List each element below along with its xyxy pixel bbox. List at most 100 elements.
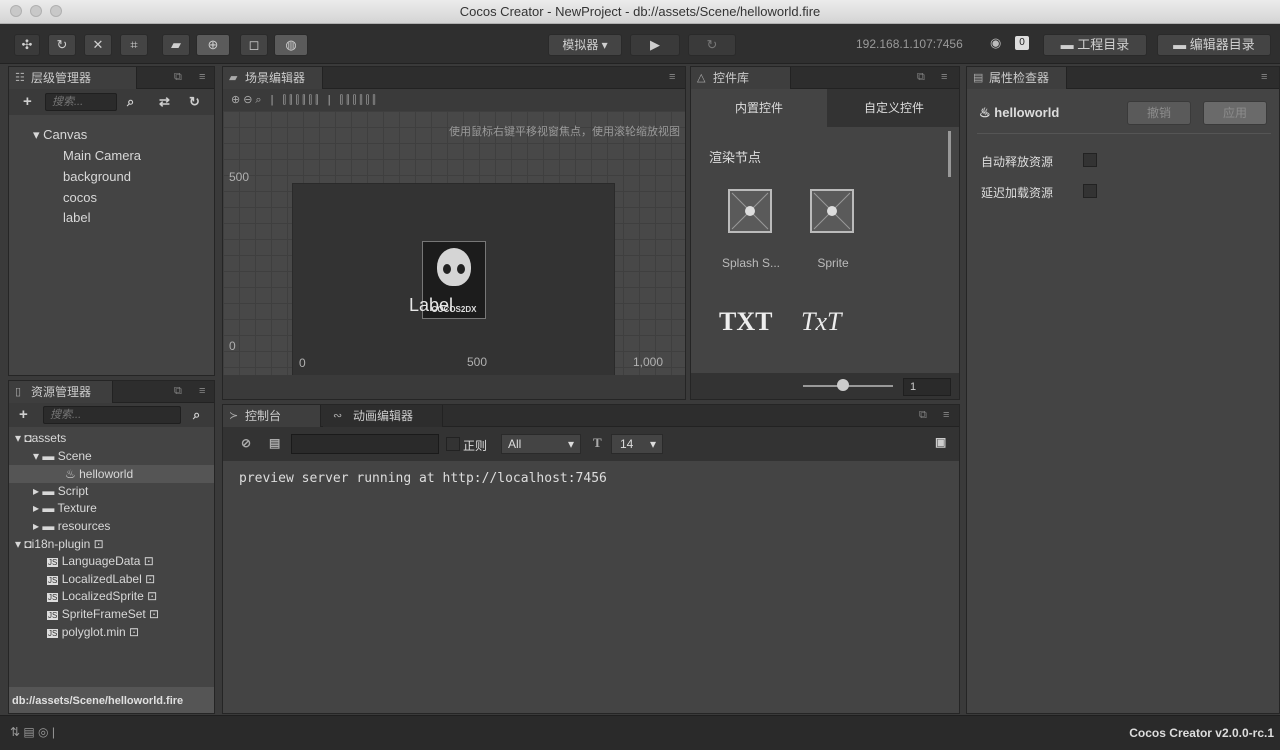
- menu-icon[interactable]: ≡: [669, 71, 675, 83]
- add-asset-button[interactable]: +: [19, 406, 28, 423]
- tab-assets[interactable]: ▯ 资源管理器: [9, 381, 113, 403]
- refresh-icon[interactable]: ↻: [189, 94, 200, 110]
- menu-icon[interactable]: ≡: [199, 71, 205, 83]
- library-item-label: Splash S...: [721, 256, 781, 270]
- menu-icon[interactable]: ≡: [943, 409, 949, 421]
- hierarchy-item-label[interactable]: label: [63, 210, 90, 225]
- splash-sprite-icon[interactable]: [728, 189, 772, 233]
- status-icons[interactable]: ⇅ ▤ ◎ |: [10, 725, 55, 739]
- console-filter-input[interactable]: [291, 434, 439, 454]
- tab-console[interactable]: ≻ 控制台: [223, 405, 321, 427]
- asset-item-languagedata[interactable]: JS LanguageData ⊡: [47, 554, 154, 568]
- popout-icon[interactable]: ⧉: [174, 71, 182, 84]
- lock-icon: ⊡: [143, 589, 158, 603]
- inspector-panel: ▤ 属性检查器 ≡ ♨ helloworld 撤销 应用 自动释放资源 延迟加载资…: [966, 66, 1280, 714]
- menu-icon[interactable]: ≡: [941, 71, 947, 83]
- tab-control-library[interactable]: △ 控件库: [691, 67, 791, 89]
- collapse-arrow-icon: ▸: [33, 484, 43, 498]
- swap-icon[interactable]: ⇄: [159, 94, 170, 110]
- log-level-select[interactable]: All ▾: [501, 434, 581, 454]
- folder-icon: ▬: [1060, 37, 1078, 52]
- asset-item-localizedlabel[interactable]: JS LocalizedLabel ⊡: [47, 572, 155, 586]
- auto-release-label: 自动释放资源: [981, 155, 1054, 169]
- undo-button[interactable]: 撤销: [1127, 101, 1191, 125]
- tab-hierarchy[interactable]: ☷ 层级管理器: [9, 67, 137, 89]
- asset-item-polyglot[interactable]: JS polyglot.min ⊡: [47, 625, 139, 639]
- move-tool-button[interactable]: ✣: [14, 34, 40, 56]
- asset-item-resources[interactable]: ▸ ▬ resources: [33, 519, 110, 533]
- asset-item-assets[interactable]: ▾ ◘assets: [15, 431, 66, 445]
- sprite-icon[interactable]: [810, 189, 854, 233]
- chevron-down-icon: ▾: [567, 437, 574, 451]
- asset-item-localizedsprite[interactable]: JS LocalizedSprite ⊡: [47, 589, 157, 603]
- apply-button[interactable]: 应用: [1203, 101, 1267, 125]
- zoom-slider-handle[interactable]: [837, 379, 849, 391]
- popout-icon[interactable]: ⧉: [919, 409, 927, 422]
- console-panel: ≻ 控制台 ∾ 动画编辑器 ⧉ ≡ ⊘ ▤ 正则 All ▾ T 14 ▾ ▣ prev…: [222, 404, 960, 714]
- menu-icon[interactable]: ≡: [1261, 71, 1267, 83]
- auto-release-checkbox[interactable]: [1083, 153, 1097, 167]
- scene-label-node[interactable]: Label: [409, 295, 453, 316]
- asset-item-i18n-plugin[interactable]: ▾ ◘i18n-plugin ⊡: [15, 537, 104, 551]
- tab-builtin-controls[interactable]: 内置控件: [691, 89, 827, 127]
- search-icon[interactable]: ⌕: [127, 94, 134, 110]
- 3d-view-button[interactable]: ◍: [274, 34, 308, 56]
- lock-icon: ⊡: [145, 607, 160, 621]
- tab-animation-editor[interactable]: ∾ 动画编辑器: [323, 405, 443, 427]
- logo-eye: [457, 264, 465, 274]
- library-scrollbar[interactable]: [948, 131, 951, 177]
- collapse-icon[interactable]: ▣: [935, 435, 946, 449]
- hierarchy-item-cocos[interactable]: cocos: [63, 190, 97, 205]
- tab-scene-editor[interactable]: ▰ 场景编辑器: [223, 67, 323, 89]
- font-size-select[interactable]: 14 ▾: [611, 434, 663, 454]
- rotate-tool-button[interactable]: ↻: [48, 34, 76, 56]
- asset-item-texture[interactable]: ▸ ▬ Texture: [33, 501, 97, 515]
- local-coords-button[interactable]: ▰: [162, 34, 190, 56]
- richtext-control-icon[interactable]: TxT: [801, 307, 841, 337]
- regex-checkbox[interactable]: [446, 437, 460, 451]
- lock-icon: ⊡: [141, 572, 156, 586]
- animation-icon: ∾: [333, 410, 343, 422]
- tab-inspector[interactable]: ▤ 属性检查器: [967, 67, 1067, 89]
- assets-search-input[interactable]: 搜索...: [43, 406, 181, 424]
- center-pivot-button[interactable]: ⊕: [196, 34, 230, 56]
- asset-item-scene[interactable]: ▾ ▬ Scene: [33, 449, 92, 463]
- hierarchy-item-main-camera[interactable]: Main Camera: [63, 148, 141, 163]
- js-file-icon: JS: [47, 629, 59, 638]
- 2d-view-button[interactable]: ◻: [240, 34, 268, 56]
- async-load-checkbox[interactable]: [1083, 184, 1097, 198]
- lock-icon: ⊡: [140, 554, 154, 568]
- popout-icon[interactable]: ⧉: [174, 385, 182, 398]
- scale-tool-button[interactable]: ✕: [84, 34, 112, 56]
- zoom-tools[interactable]: ⊕⊖⌕ | ⫿⫿⫿⫿⫿⫿ | ⫿⫿⫿⫿⫿⫿: [231, 93, 379, 107]
- scene-editor-panel: ▰ 场景编辑器 ≡ ⊕⊖⌕ | ⫿⫿⫿⫿⫿⫿ | ⫿⫿⫿⫿⫿⫿ COCOS2DX …: [222, 66, 686, 400]
- rect-tool-button[interactable]: ⌗: [120, 34, 148, 56]
- hierarchy-search-input[interactable]: 搜索...: [45, 93, 117, 111]
- connection-count-badge: 0: [1015, 36, 1029, 50]
- label-control-icon[interactable]: TXT: [719, 307, 772, 337]
- zoom-value-input[interactable]: 1: [903, 378, 951, 396]
- library-item-label: Sprite: [817, 256, 849, 270]
- editor-dir-button[interactable]: ▬ 编辑器目录: [1157, 34, 1271, 56]
- asset-item-spriteframeset[interactable]: JS SpriteFrameSet ⊡: [47, 607, 159, 621]
- play-button[interactable]: ▶: [630, 34, 680, 56]
- tab-custom-controls[interactable]: 自定义控件: [827, 89, 959, 127]
- collapse-arrow-icon: ▸: [33, 519, 43, 533]
- tree-icon: ☷: [15, 72, 25, 84]
- hierarchy-item-background[interactable]: background: [63, 169, 131, 184]
- hierarchy-item-canvas[interactable]: ▾ Canvas: [33, 127, 87, 143]
- scene-grid[interactable]: COCOS2DX Label 使用鼠标右键平移视窗焦点，使用滚轮缩放视图: [223, 111, 685, 397]
- refresh-button[interactable]: ↻: [688, 34, 736, 56]
- file-icon[interactable]: ▤: [269, 436, 280, 450]
- clear-icon[interactable]: ⊘: [241, 436, 251, 450]
- menu-icon[interactable]: ≡: [199, 385, 205, 397]
- search-icon[interactable]: ⌕: [193, 407, 200, 423]
- project-dir-button[interactable]: ▬ 工程目录: [1043, 34, 1147, 56]
- expand-arrow-icon: ▾: [33, 449, 43, 463]
- popout-icon[interactable]: ⧉: [917, 71, 925, 84]
- simulator-select[interactable]: 模拟器 ▾: [548, 34, 622, 56]
- asset-item-script[interactable]: ▸ ▬ Script: [33, 484, 88, 498]
- add-node-button[interactable]: +: [23, 93, 32, 110]
- asset-item-helloworld[interactable]: ♨ helloworld: [9, 465, 214, 483]
- window-titlebar: Cocos Creator - NewProject - db://assets…: [0, 0, 1280, 24]
